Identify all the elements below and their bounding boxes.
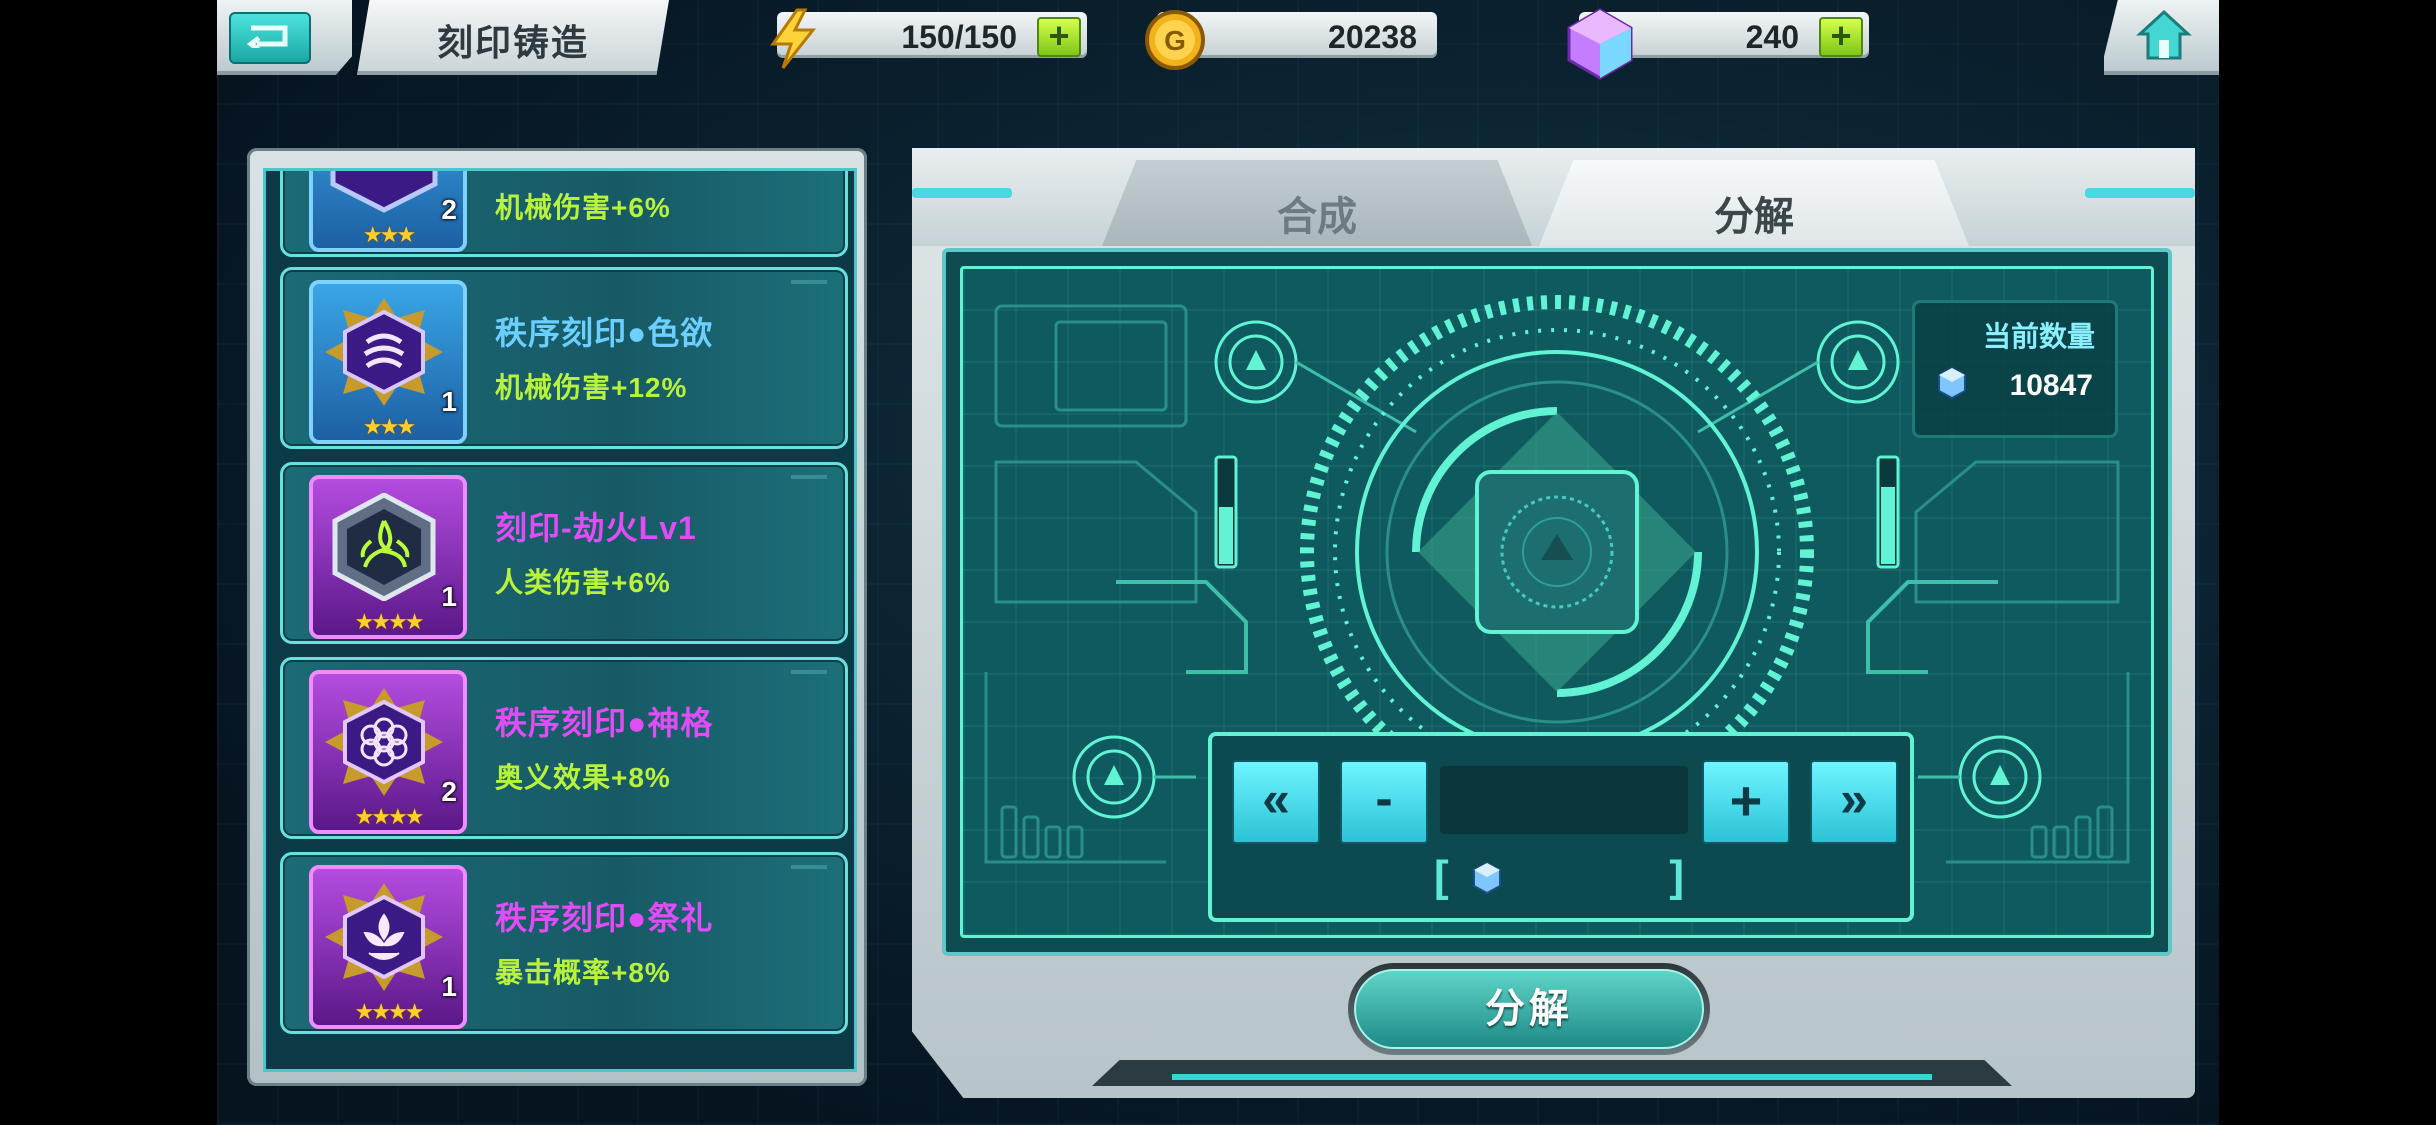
item-effect: 机械伤害+12%	[495, 372, 688, 403]
tab-bar: 合成 分解	[912, 148, 2195, 246]
seal-emblem-icon	[330, 171, 438, 213]
tab-label: 分解	[1714, 195, 1794, 239]
gold-counter: G 20238	[1145, 10, 1437, 70]
swirl-emblem-icon	[325, 298, 443, 406]
back-icon	[229, 12, 311, 64]
quantity-selector: « - + » [ ]	[1208, 732, 1914, 922]
seal-icon: 1 ★★★★	[309, 475, 467, 639]
flower-emblem-icon	[325, 688, 443, 796]
crystal-shard-icon	[1938, 367, 1966, 399]
seal-list-panel: 2 ★★★ 机械伤害+6% 1 ★★★ 秩序刻印●色欲 机械伤害+12% 1 ★…	[247, 148, 867, 1086]
game-screen: 刻印铸造 150/150 + G 20238 240 + 2 ★★★ 机械伤害+…	[217, 0, 2219, 1125]
panel-footer	[1092, 1060, 2012, 1086]
gold-value: 20238	[1328, 19, 1417, 55]
page-title-plate: 刻印铸造	[357, 0, 669, 75]
list-item[interactable]: 1 ★★★★ 秩序刻印●祭礼 暴击概率+8%	[280, 852, 848, 1034]
star-rating: ★★★	[362, 414, 416, 439]
tab-synthesize[interactable]: 合成	[1102, 160, 1532, 246]
list-item[interactable]: 2 ★★★ 机械伤害+6%	[280, 171, 848, 257]
max-quantity-button[interactable]: »	[1810, 760, 1898, 844]
tab-decompose[interactable]: 分解	[1539, 160, 1969, 246]
add-gems-button[interactable]: +	[1819, 17, 1863, 57]
gem-counter: 240 +	[1567, 8, 1869, 80]
svg-text:G: G	[1164, 25, 1186, 56]
item-effect: 奥义效果+8%	[495, 762, 671, 793]
home-icon	[2136, 9, 2192, 60]
quantity-field[interactable]	[1440, 766, 1688, 834]
list-item[interactable]: 2 ★★★★ 秩序刻印●神格 奥义效果+8%	[280, 657, 848, 839]
gem-value: 240	[1745, 19, 1799, 55]
home-button[interactable]	[2104, 0, 2219, 75]
seal-icon: 1 ★★★	[309, 280, 467, 444]
star-rating: ★★★★	[354, 999, 425, 1024]
item-effect: 人类伤害+6%	[495, 567, 671, 598]
star-rating: ★★★	[362, 222, 416, 247]
energy-value: 150/150	[901, 19, 1017, 55]
min-quantity-button[interactable]: «	[1232, 760, 1320, 844]
current-count-panel: 当前数量 10847	[1912, 300, 2118, 438]
seal-icon: 2 ★★★★	[309, 670, 467, 834]
item-name: 秩序刻印●祭礼	[495, 900, 714, 936]
crystal-icon	[1567, 8, 1633, 80]
current-count-value: 10847	[2009, 369, 2093, 402]
decrease-button[interactable]: -	[1340, 760, 1428, 844]
star-rating: ★★★★	[354, 609, 425, 634]
item-effect: 机械伤害+6%	[495, 192, 671, 223]
item-effect: 暴击概率+8%	[495, 957, 671, 988]
energy-counter: 150/150 +	[770, 8, 1087, 69]
page-title: 刻印铸造	[436, 22, 589, 63]
gold-coin-icon: G	[1145, 10, 1205, 70]
decompose-button-label: 分解	[1485, 987, 1573, 1031]
flame-emblem-icon	[332, 493, 436, 601]
tab-label: 合成	[1277, 195, 1357, 239]
increase-button[interactable]: +	[1702, 760, 1790, 844]
seal-icon: 1 ★★★★	[309, 865, 467, 1029]
yield-preview: [ ]	[1434, 852, 1684, 901]
crystal-shard-icon	[1473, 862, 1501, 894]
decompose-button[interactable]: 分解	[1348, 963, 1710, 1055]
item-name: 刻印-劫火Lv1	[495, 510, 697, 546]
lotus-emblem-icon	[325, 883, 443, 991]
forge-panel: 合成 分解 当前数量 10847 « - + » [] 分解	[912, 148, 2195, 1098]
back-button[interactable]	[217, 0, 352, 75]
decompose-screen: 当前数量 10847 « - + » []	[942, 248, 2172, 956]
add-energy-button[interactable]: +	[1037, 17, 1081, 57]
list-item[interactable]: 1 ★★★ 秩序刻印●色欲 机械伤害+12%	[280, 267, 848, 449]
seal-icon: 2 ★★★	[309, 171, 467, 252]
item-name: 秩序刻印●色欲	[495, 315, 714, 351]
list-item[interactable]: 1 ★★★★ 刻印-劫火Lv1 人类伤害+6%	[280, 462, 848, 644]
current-count-label: 当前数量	[1982, 321, 2095, 352]
item-name: 秩序刻印●神格	[495, 705, 714, 741]
lightning-icon	[770, 8, 817, 69]
star-rating: ★★★★	[354, 804, 425, 829]
seal-list[interactable]: 2 ★★★ 机械伤害+6% 1 ★★★ 秩序刻印●色欲 机械伤害+12% 1 ★…	[263, 168, 857, 1072]
